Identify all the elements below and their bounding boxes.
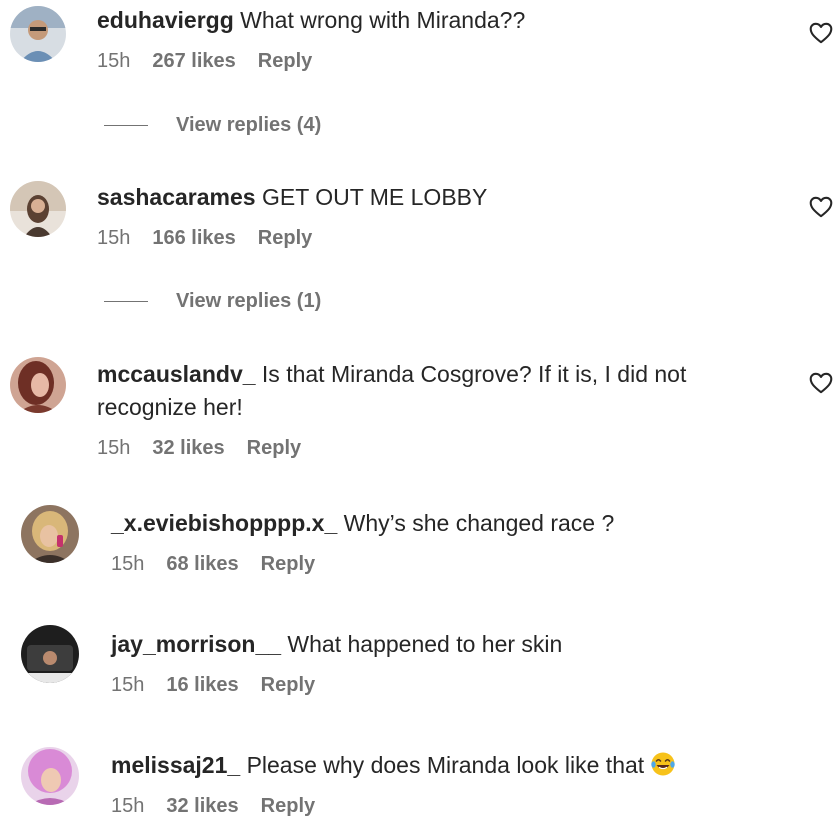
comment-time[interactable]: 15h (111, 674, 144, 697)
likes-count[interactable]: 267 likes (152, 50, 235, 73)
comment-time[interactable]: 15h (97, 227, 130, 250)
comment-meta: 15h 68 likes Reply (111, 550, 614, 578)
comment-content: Why’s she changed race ? (343, 510, 615, 536)
comment-body: _x.eviebishopppp.x_ Why’s she changed ra… (111, 507, 614, 578)
comment-text: _x.eviebishopppp.x_ Why’s she changed ra… (111, 507, 614, 540)
avatar[interactable] (21, 747, 79, 805)
comment-body: sashacarames GET OUT ME LOBBY 15h 166 li… (97, 181, 487, 252)
comment-body: melissaj21_ Please why does Miranda look… (111, 749, 676, 820)
view-replies-label: View replies (4) (176, 114, 322, 136)
comment-meta: 15h 166 likes Reply (97, 224, 487, 252)
reply-button[interactable]: Reply (261, 674, 315, 697)
comment-body: jay_morrison__ What happened to her skin… (111, 628, 562, 699)
comment-content: GET OUT ME LOBBY (261, 184, 488, 210)
username-link[interactable]: melissaj21_ (111, 752, 240, 778)
comment-meta: 15h 267 likes Reply (97, 47, 525, 75)
divider (104, 125, 148, 126)
heart-outline-icon[interactable] (808, 20, 834, 46)
avatar[interactable] (10, 357, 66, 413)
reply-button[interactable]: Reply (258, 227, 312, 250)
reply-button[interactable]: Reply (261, 553, 315, 576)
comment-meta: 15h 16 likes Reply (111, 671, 562, 699)
heart-outline-icon[interactable] (808, 194, 834, 220)
comment-time[interactable]: 15h (111, 795, 144, 818)
comment-text: mccauslandv_ Is that Miranda Cosgrove? I… (97, 358, 686, 391)
comment-meta: 15h 32 likes Reply (111, 792, 676, 820)
username-link[interactable]: jay_morrison__ (111, 631, 281, 657)
reply-button[interactable]: Reply (247, 437, 301, 460)
comment-content: What wrong with Miranda?? (240, 7, 526, 33)
comment-content-continued: recognize her! (97, 394, 243, 420)
comment-time[interactable]: 15h (97, 437, 130, 460)
likes-count[interactable]: 32 likes (166, 795, 238, 818)
comment-content: Is that Miranda Cosgrove? If it is, I di… (261, 361, 687, 387)
username-link[interactable]: _x.eviebishopppp.x_ (111, 510, 337, 536)
likes-count[interactable]: 68 likes (166, 553, 238, 576)
comment-time[interactable]: 15h (111, 553, 144, 576)
avatar[interactable] (21, 505, 79, 563)
username-link[interactable]: sashacarames (97, 184, 256, 210)
likes-count[interactable]: 166 likes (152, 227, 235, 250)
comment-meta: 15h 32 likes Reply (97, 434, 686, 462)
username-link[interactable]: mccauslandv_ (97, 361, 256, 387)
comment-text: melissaj21_ Please why does Miranda look… (111, 749, 676, 782)
avatar[interactable] (10, 6, 66, 62)
comment-time[interactable]: 15h (97, 50, 130, 73)
avatar[interactable] (21, 625, 79, 683)
divider (104, 301, 148, 302)
comments-list: eduhaviergg What wrong with Miranda?? 15… (0, 0, 840, 840)
view-replies-label: View replies (1) (176, 290, 322, 312)
comment-content: Please why does Miranda look like that (246, 752, 645, 778)
comment-text: jay_morrison__ What happened to her skin (111, 628, 562, 661)
view-replies-button[interactable]: View replies (1) (104, 290, 321, 313)
comment-body: eduhaviergg What wrong with Miranda?? 15… (97, 4, 525, 75)
likes-count[interactable]: 16 likes (166, 674, 238, 697)
heart-outline-icon[interactable] (808, 370, 834, 396)
reply-button[interactable]: Reply (261, 795, 315, 818)
view-replies-button[interactable]: View replies (4) (104, 114, 321, 137)
username-link[interactable]: eduhaviergg (97, 7, 234, 33)
comment-text: sashacarames GET OUT ME LOBBY (97, 181, 487, 214)
avatar[interactable] (10, 181, 66, 237)
laughing-tears-emoji-icon (651, 752, 675, 776)
comment-body: mccauslandv_ Is that Miranda Cosgrove? I… (97, 358, 686, 462)
reply-button[interactable]: Reply (258, 50, 312, 73)
comment-content: What happened to her skin (287, 631, 563, 657)
likes-count[interactable]: 32 likes (152, 437, 224, 460)
comment-text: eduhaviergg What wrong with Miranda?? (97, 4, 525, 37)
